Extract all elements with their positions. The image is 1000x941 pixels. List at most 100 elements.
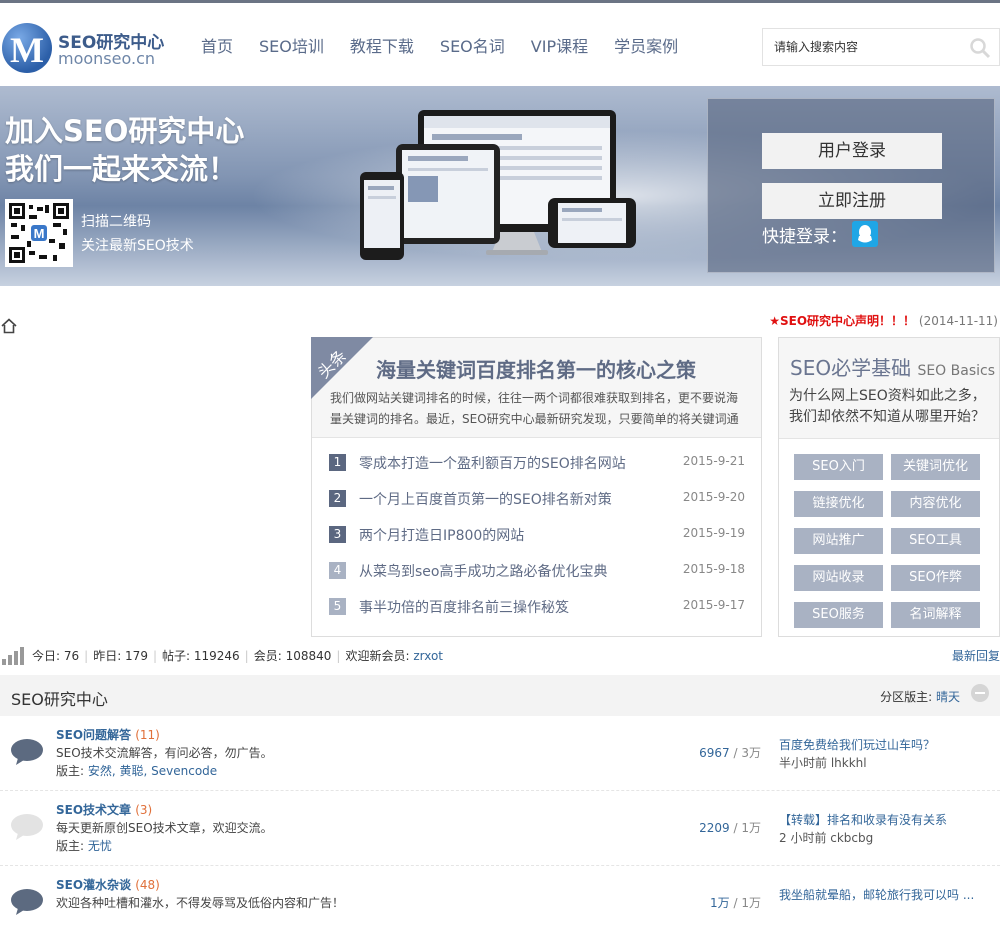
stat-members: 会员: 108840 [253,649,332,663]
rank-badge: 5 [329,598,346,615]
article-link[interactable]: 从菜鸟到seo高手成功之路必备优化宝典 [359,561,607,581]
forum-last-post-meta: 半小时前 lhkkhl [779,756,867,770]
rank-badge: 1 [329,454,346,471]
nav-tutorial-download[interactable]: 教程下载 [350,33,414,57]
tag-site-indexing[interactable]: 网站收录 [794,565,883,591]
main-nav: 首页 SEO培训 教程下载 SEO名词 VIP课程 学员案例 [188,33,691,57]
announcement[interactable]: ★SEO研究中心声明！！！ (2014-11-11) [769,312,998,329]
rank-badge: 4 [329,562,346,579]
nav-vip-course[interactable]: VIP课程 [531,33,588,57]
forum-moderators: 版主: 安然, 黄聪, Sevencode [56,764,218,778]
login-panel: 用户登录 立即注册 快捷登录： [707,98,995,273]
list-item[interactable]: 2 一个月上百度首页第一的SEO排名新对策 2015-9-20 [329,488,745,524]
tag-seo-tools[interactable]: SEO工具 [891,528,980,554]
svg-text:M: M [34,226,45,241]
rank-badge: 2 [329,490,346,507]
stat-posts: 帖子: 119246 [162,649,240,663]
forum-bubble-icon[interactable] [10,813,44,841]
search-icon[interactable] [969,37,991,59]
article-date: 2015-9-21 [682,454,745,468]
headline-panel: 头条 海量关键词百度排名第一的核心之策 我们做网站关键词排名的时候，往往一两个词… [311,337,762,637]
tag-keyword-optimization[interactable]: 关键词优化 [891,454,980,480]
login-button[interactable]: 用户登录 [762,133,942,169]
article-link[interactable]: 零成本打造一个盈利额百万的SEO排名网站 [359,453,626,473]
devices-illustration [360,106,640,266]
article-link[interactable]: 事半功倍的百度排名前三操作秘笈 [359,597,569,617]
seo-basics-description: 为什么网上SEO资料如此之多， 我们却依然不知道从哪里开始？ [789,388,986,425]
article-date: 2015-9-18 [682,562,745,576]
nav-student-cases[interactable]: 学员案例 [614,33,678,57]
quick-login-label: 快捷登录： [762,227,847,247]
tag-seo-intro[interactable]: SEO入门 [794,454,883,480]
tag-glossary[interactable]: 名词解释 [891,602,980,628]
banner-headline: 加入SEO研究中心 我们一起来交流！ [5,114,245,186]
forum-link[interactable]: SEO灌水杂谈 [56,878,131,892]
headline-top: 头条 海量关键词百度排名第一的核心之策 我们做网站关键词排名的时候，往往一两个词… [311,337,761,438]
forum-title: SEO灌水杂谈 (48) [56,878,160,892]
tag-seo-service[interactable]: SEO服务 [794,602,883,628]
forum-title: SEO技术文章 (3) [56,803,153,817]
tag-content-optimization[interactable]: 内容优化 [891,491,980,517]
search-input[interactable] [763,29,963,65]
stats-text: 今日: 76 | 昨日: 179 | 帖子: 119246 | 会员: 108840 | 欢迎新… [32,649,444,663]
forum-description: 每天更新原创SEO技术文章，欢迎交流。 [56,821,273,835]
list-item[interactable]: 1 零成本打造一个盈利额百万的SEO排名网站 2015-9-21 [329,452,745,488]
article-date: 2015-9-20 [682,490,745,504]
tag-seo-cheating[interactable]: SEO作弊 [891,565,980,591]
forum-counts: 2209 / 1万 [699,821,761,835]
announcement-date: (2014-11-11) [918,314,998,328]
forum-bubble-icon[interactable] [10,888,44,916]
forum-counts: 1万 / 1万 [710,896,761,910]
latest-reply-link[interactable]: 最新回复 [952,647,1000,664]
forum-last-post-meta: 2 小时前 ckbcbg [779,831,874,845]
forum-last-post[interactable]: 百度免费给我们玩过山车吗？ [779,736,935,753]
site-logo[interactable]: M SEO研究中心 moonseo.cn [2,19,172,75]
collapse-icon[interactable] [971,684,989,702]
forum-stats-bar: 今日: 76 | 昨日: 179 | 帖子: 119246 | 会员: 108840 | 欢迎新… [0,640,1000,670]
stats-chart-icon [2,647,24,665]
banner-scan-text: 扫描二维码 关注最新SEO技术 [81,214,194,254]
article-date: 2015-9-17 [682,598,745,612]
headline-title[interactable]: 海量关键词百度排名第一的核心之策 [376,354,696,383]
list-item[interactable]: 4 从菜鸟到seo高手成功之路必备优化宝典 2015-9-18 [329,560,745,596]
nav-seo-training[interactable]: SEO培训 [259,33,324,57]
forum-description: SEO技术交流解答，有问必答，勿广告。 [56,746,273,760]
forum-link[interactable]: SEO问题解答 [56,728,131,742]
seo-basics-panel: SEO必学基础 SEO Basics 为什么网上SEO资料如此之多， 我们却依然… [778,337,1000,637]
forum-bubble-icon[interactable] [10,738,44,766]
home-icon[interactable] [1,318,17,334]
seo-basics-title: SEO必学基础 SEO Basics [790,356,995,380]
category-moderator-link[interactable]: 晴天 [936,690,960,704]
forum-link[interactable]: SEO技术文章 [56,803,131,817]
rank-badge: 3 [329,526,346,543]
announcement-title[interactable]: ★SEO研究中心声明！！！ [769,314,915,328]
forum-category-title[interactable]: SEO研究中心 [11,686,108,710]
new-member-link[interactable]: zrxot [413,649,443,663]
forum-description: 欢迎各种吐槽和灌水，不得发辱骂及低俗内容和广告！ [56,896,345,910]
site-header: M SEO研究中心 moonseo.cn 首页 SEO培训 教程下载 SEO名词… [0,3,1000,86]
forum-last-post[interactable]: 【转载】排名和收录有没有关系 [779,811,947,828]
tag-link-optimization[interactable]: 链接优化 [794,491,883,517]
stat-today: 今日: 76 [32,649,80,663]
list-item[interactable]: 3 两个月打造日IP800的网站 2015-9-19 [329,524,745,560]
headline-list: 1 零成本打造一个盈利额百万的SEO排名网站 2015-9-21 2 一个月上百… [329,452,745,632]
category-moderator: 分区版主: 晴天 [880,690,960,704]
nav-home[interactable]: 首页 [201,33,233,57]
nav-seo-glossary[interactable]: SEO名词 [440,33,505,57]
forum-moderators: 版主: 无忧 [56,839,112,853]
seo-basics-header: SEO必学基础 SEO Basics 为什么网上SEO资料如此之多， 我们却依然… [779,338,999,439]
register-button[interactable]: 立即注册 [762,183,942,219]
logo-badge: M [2,23,52,73]
list-item[interactable]: 5 事半功倍的百度排名前三操作秘笈 2015-9-17 [329,596,745,632]
forum-last-post[interactable]: 我坐船就晕船，邮轮旅行我可以吗 ... [779,886,974,903]
forum-title: SEO问题解答 (11) [56,728,160,742]
hero-banner: 加入SEO研究中心 我们一起来交流！ M 扫描二维码 关注最新SEO技术 用户登… [0,86,1000,286]
qq-login-icon[interactable] [852,221,878,247]
forum-category-header: SEO研究中心 分区版主: 晴天 [0,675,1000,716]
article-link[interactable]: 两个月打造日IP800的网站 [359,525,524,545]
tag-site-promotion[interactable]: 网站推广 [794,528,883,554]
stat-yesterday: 昨日: 179 [93,649,148,663]
search-box [762,28,1000,66]
forum-counts: 6967 / 3万 [699,746,761,760]
article-link[interactable]: 一个月上百度首页第一的SEO排名新对策 [359,489,612,509]
